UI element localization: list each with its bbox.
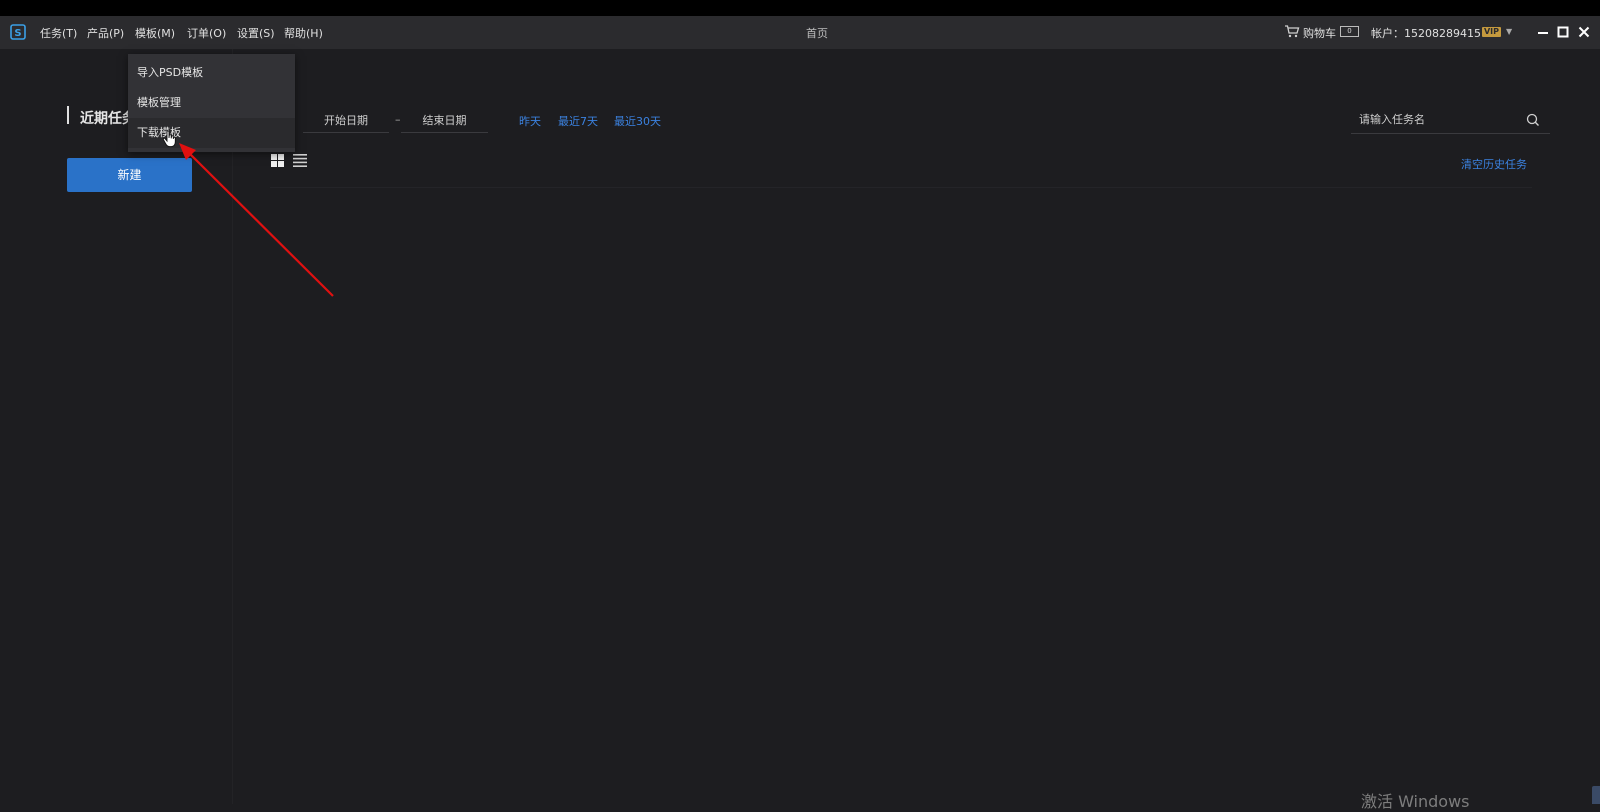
svg-text:S: S [14,28,21,39]
sidebar-divider [232,49,233,804]
vip-badge: VIP [1482,27,1501,37]
window-title: 首页 [806,27,828,40]
title-bar: S 任务(T) 产品(P) 模板(M) 订单(O) 设置(S) 帮助(H) 首页… [0,16,1600,49]
windows-activation-watermark: 激活 Windows [1361,792,1470,811]
search-icon[interactable] [1526,113,1540,127]
filter-yesterday-link[interactable]: 昨天 [519,113,541,129]
menu-item-import-psd-template[interactable]: 导入PSD模板 [128,58,295,88]
screen-top-strip [0,0,1600,16]
end-date-input[interactable]: 结束日期 [401,110,488,133]
menu-item-template-management[interactable]: 模板管理 [128,88,295,118]
filter-last-7-days-link[interactable]: 最近7天 [558,113,598,129]
menu-template[interactable]: 模板(M) [135,25,175,41]
menu-settings[interactable]: 设置(S) [237,25,275,41]
date-range-separator: – [395,113,401,126]
menu-order[interactable]: 订单(O) [187,25,226,41]
section-marker [67,106,69,124]
minimize-icon [1538,32,1548,34]
menu-item-download-template[interactable]: 下载模板 [128,118,295,148]
account-dropdown-icon[interactable]: ▼ [1506,27,1512,36]
grid-view-icon[interactable] [271,154,284,167]
menu-task[interactable]: 任务(T) [40,25,77,41]
clear-history-link[interactable]: 清空历史任务 [1461,156,1527,172]
new-task-button[interactable]: 新建 [67,158,192,192]
task-search-input[interactable] [1357,112,1511,127]
close-icon [1578,26,1590,38]
menu-help[interactable]: 帮助(H) [284,25,323,41]
content-divider [270,187,1532,188]
maximize-icon [1557,26,1569,38]
task-search-box [1351,109,1550,134]
minimize-button[interactable] [1532,20,1554,44]
filter-last-30-days-link[interactable]: 最近30天 [614,113,661,129]
account-label: 帐户：15208289415 [1371,27,1481,40]
hand-cursor-icon [162,130,176,148]
corner-tab [1592,786,1600,804]
template-menu-dropdown: 导入PSD模板 模板管理 下载模板 [128,54,295,152]
close-button[interactable] [1573,20,1595,44]
app-logo-icon: S [10,24,26,40]
cart-icon[interactable] [1284,23,1300,39]
maximize-button[interactable] [1552,20,1574,44]
menu-product[interactable]: 产品(P) [87,25,124,41]
cart-label[interactable]: 购物车 [1303,25,1336,41]
cart-count-badge: 0 [1340,26,1359,37]
start-date-input[interactable]: 开始日期 [303,110,389,133]
list-view-icon[interactable] [293,154,307,167]
